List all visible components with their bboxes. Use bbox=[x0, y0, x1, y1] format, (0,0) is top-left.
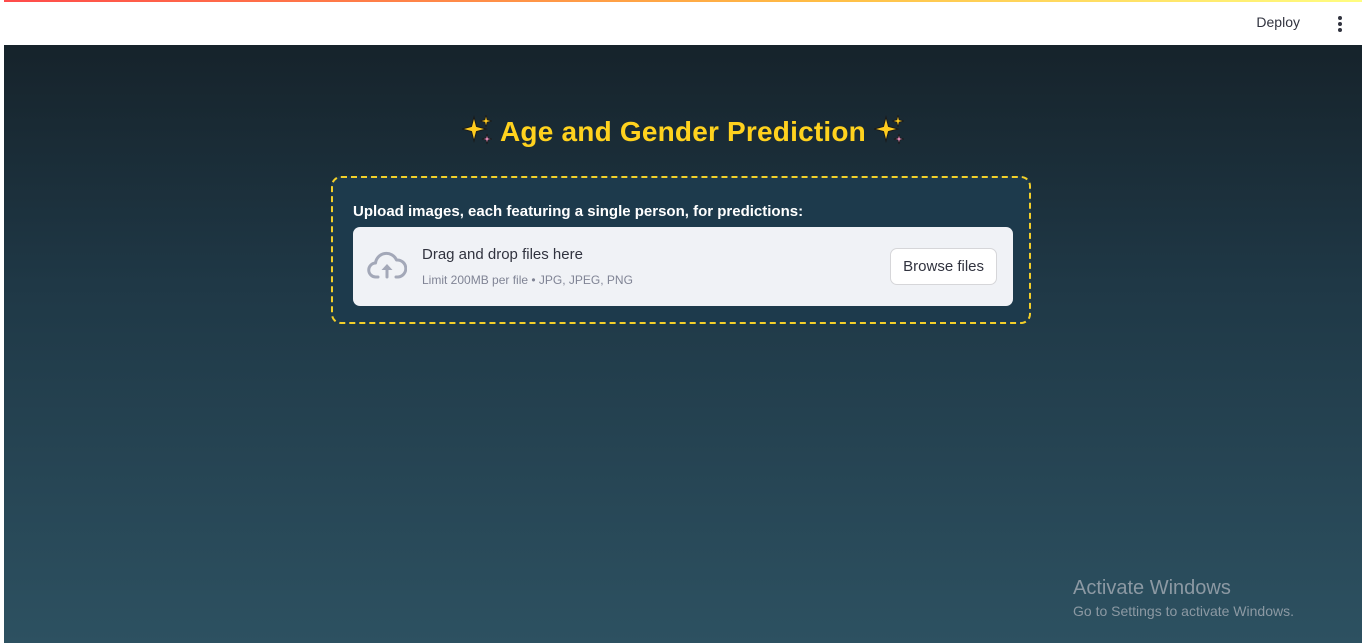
sparkles-icon bbox=[872, 114, 905, 152]
windows-activation-watermark: Activate Windows Go to Settings to activ… bbox=[1073, 576, 1294, 622]
dropzone-limit-text: Limit 200MB per file • JPG, JPEG, PNG bbox=[422, 273, 633, 287]
page-title: Age and Gender Prediction bbox=[4, 114, 1362, 152]
kebab-vertical-icon[interactable] bbox=[1332, 13, 1348, 35]
header-toolbar: Deploy bbox=[4, 2, 1362, 45]
dropzone-instructions: Drag and drop files here bbox=[422, 246, 583, 263]
upload-label: Upload images, each featuring a single p… bbox=[353, 203, 804, 220]
browse-files-button[interactable]: Browse files bbox=[890, 248, 997, 285]
sparkles-icon bbox=[460, 114, 493, 152]
cloud-upload-icon bbox=[367, 248, 408, 284]
file-dropzone[interactable]: Drag and drop files here Limit 200MB per… bbox=[353, 227, 1013, 306]
deploy-button[interactable]: Deploy bbox=[1256, 14, 1300, 30]
upload-card: Upload images, each featuring a single p… bbox=[331, 176, 1031, 324]
app-window: Deploy Age and Gender Prediction Upload … bbox=[4, 0, 1362, 643]
main-content: Age and Gender Prediction Upload images,… bbox=[4, 45, 1362, 643]
page-title-text: Age and Gender Prediction bbox=[500, 116, 866, 147]
watermark-subtitle: Go to Settings to activate Windows. bbox=[1073, 603, 1294, 619]
watermark-title: Activate Windows bbox=[1073, 577, 1231, 599]
